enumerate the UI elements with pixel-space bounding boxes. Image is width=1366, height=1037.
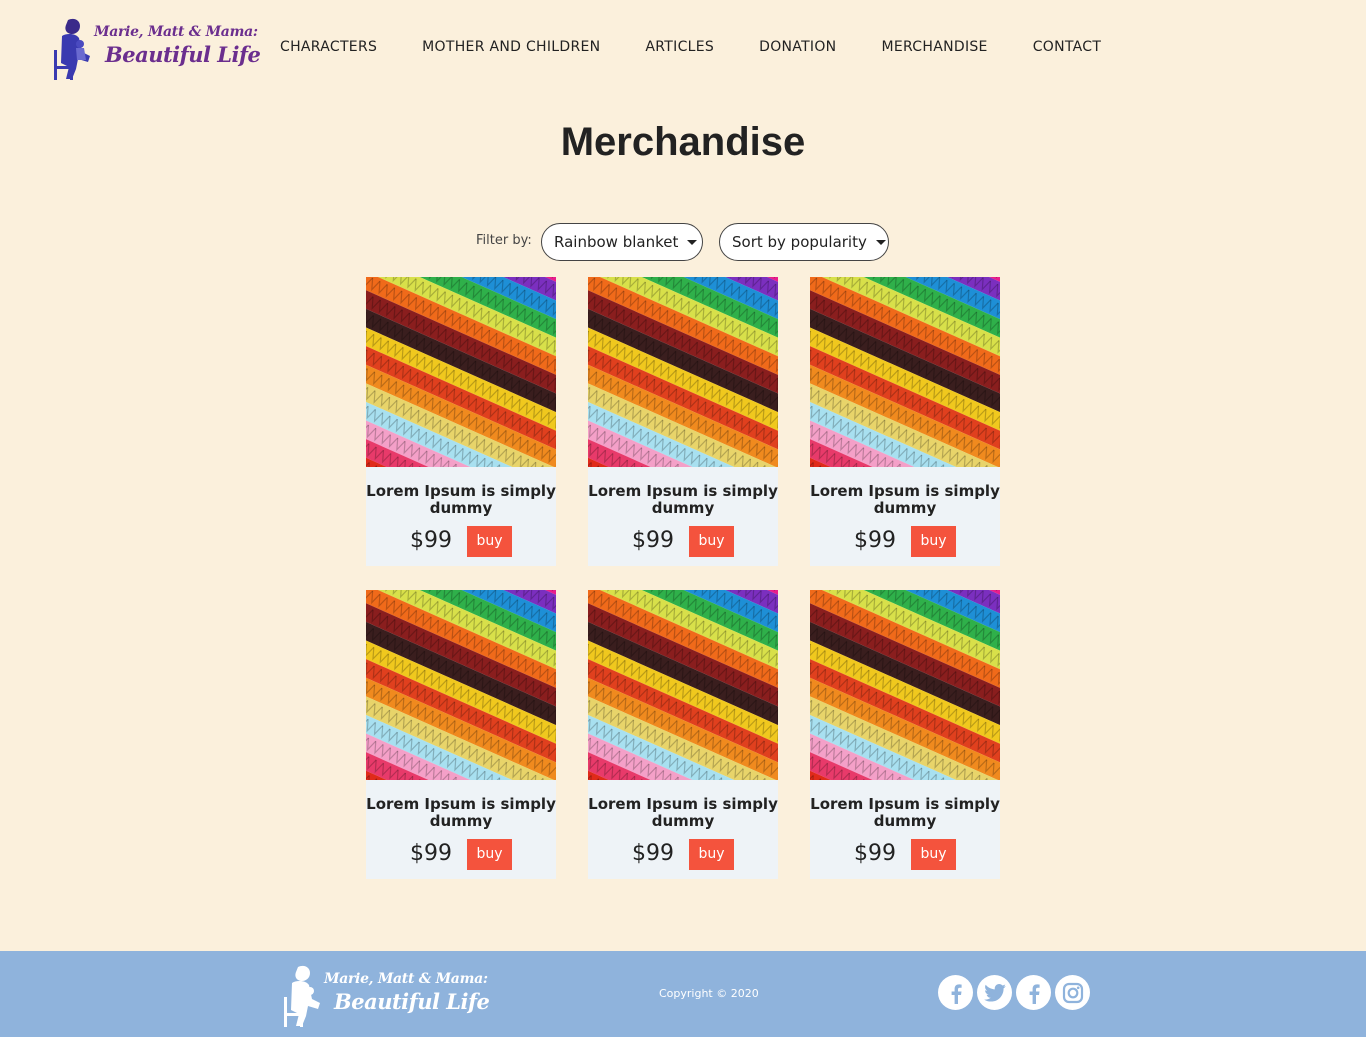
buy-button[interactable]: buy [689,839,734,870]
product-name: Lorem Ipsum is simply dummy [366,795,556,830]
rainbow-blanket-image [588,590,778,780]
product-card: Lorem Ipsum is simply dummy $99 buy [810,277,1000,566]
nav-mother-and-children[interactable]: MOTHER AND CHILDREN [422,38,600,56]
product-price: $99 [854,528,896,553]
mother-child-logo-icon [54,18,90,80]
rainbow-blanket-image [366,277,556,467]
facebook-icon[interactable] [938,975,973,1010]
product-price: $99 [854,841,896,866]
filter-dropdown[interactable]: Rainbow blanket [541,223,703,261]
product-card: Lorem Ipsum is simply dummy $99 buy [588,277,778,566]
footer-logo[interactable]: Marie, Matt & Mama: Beautiful Life [278,961,490,1031]
product-card: Lorem Ipsum is simply dummy $99 buy [366,277,556,566]
buy-button[interactable]: buy [689,526,734,557]
mother-child-logo-icon [284,965,320,1027]
product-card: Lorem Ipsum is simply dummy $99 buy [588,590,778,879]
product-image[interactable] [588,277,778,467]
nav-articles[interactable]: ARTICLES [645,38,714,56]
buy-button[interactable]: buy [911,839,956,870]
sort-dropdown[interactable]: Sort by popularity [719,223,889,261]
twitter-icon[interactable] [977,975,1012,1010]
site-header: Marie, Matt & Mama: Beautiful Life CHARA… [0,0,1366,92]
site-logo[interactable]: Marie, Matt & Mama: Beautiful Life [48,14,261,82]
product-price: $99 [632,841,674,866]
filter-label: Filter by: [476,233,532,248]
logo-title-line2: Beautiful Life [105,42,261,67]
buy-button[interactable]: buy [467,839,512,870]
product-name: Lorem Ipsum is simply dummy [810,795,1000,830]
product-image[interactable] [810,277,1000,467]
nav-donation[interactable]: DONATION [759,38,836,56]
nav-merchandise[interactable]: MERCHANDISE [881,38,987,56]
product-image[interactable] [366,277,556,467]
nav-contact[interactable]: CONTACT [1033,38,1102,56]
sort-dropdown-value: Sort by popularity [732,233,867,251]
product-name: Lorem Ipsum is simply dummy [810,482,1000,517]
footer-logo-line1: Marie, Matt & Mama: [324,971,488,987]
product-price: $99 [632,528,674,553]
product-price: $99 [410,528,452,553]
filter-dropdown-value: Rainbow blanket [554,233,679,251]
product-image[interactable] [810,590,1000,780]
product-name: Lorem Ipsum is simply dummy [366,482,556,517]
product-image[interactable] [588,590,778,780]
buy-button[interactable]: buy [467,526,512,557]
facebook-icon[interactable] [1016,975,1051,1010]
buy-button[interactable]: buy [911,526,956,557]
rainbow-blanket-image [810,590,1000,780]
product-price: $99 [410,841,452,866]
caret-down-icon [875,239,886,245]
page-title: Merchandise [560,120,806,164]
social-links [938,975,1094,1010]
product-name: Lorem Ipsum is simply dummy [588,795,778,830]
rainbow-blanket-image [366,590,556,780]
product-image[interactable] [366,590,556,780]
product-card: Lorem Ipsum is simply dummy $99 buy [810,590,1000,879]
caret-down-icon [687,239,698,245]
copyright-text: Copyright © 2020 [659,987,759,1000]
footer-logo-line2: Beautiful Life [334,989,490,1014]
rainbow-blanket-image [810,277,1000,467]
rainbow-blanket-image [588,277,778,467]
instagram-icon[interactable] [1055,975,1090,1010]
nav-characters[interactable]: CHARACTERS [280,38,377,56]
logo-title-line1: Marie, Matt & Mama: [94,24,258,40]
product-card: Lorem Ipsum is simply dummy $99 buy [366,590,556,879]
main-nav: CHARACTERS MOTHER AND CHILDREN ARTICLES … [280,38,1146,56]
site-footer: Marie, Matt & Mama: Beautiful Life Copyr… [0,951,1366,1037]
product-name: Lorem Ipsum is simply dummy [588,482,778,517]
